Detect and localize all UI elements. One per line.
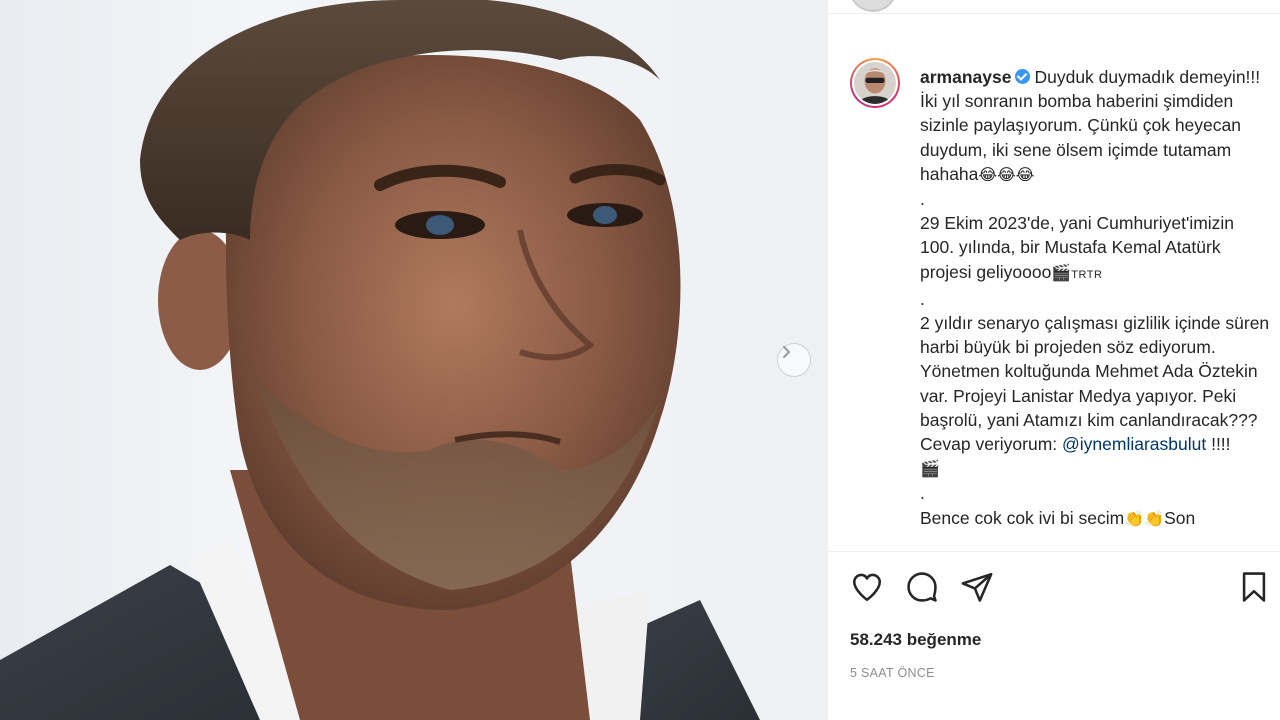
post-image[interactable]	[0, 0, 827, 720]
caption-trtr: TRTR	[1071, 268, 1103, 281]
film-emoji-icon: 🎬	[1051, 262, 1072, 282]
comment-icon[interactable]	[905, 570, 939, 604]
verified-badge-icon	[1015, 69, 1031, 84]
next-image-button[interactable]	[777, 343, 811, 377]
post-timestamp[interactable]: 5 SAAT ÖNCE	[850, 666, 935, 680]
caption-dot-1: .	[920, 189, 925, 210]
caption-paragraph-5: Bence cok cok ivi bi secim	[920, 507, 1125, 528]
chevron-right-icon	[783, 346, 790, 358]
post-caption: armanayse Duyduk duymadık demeyin!!! İki …	[920, 65, 1270, 531]
author-avatar[interactable]	[850, 58, 900, 108]
header-avatar[interactable]	[850, 0, 896, 12]
caption-answer-suffix: !!!!	[1206, 434, 1231, 455]
caption-paragraph-5-suffix: Son	[1164, 507, 1196, 528]
author-avatar-image	[854, 62, 896, 104]
post-side-panel: armanayse Duyduk duymadık demeyin!!! İki …	[827, 0, 1280, 720]
post-header-strip	[828, 0, 1280, 14]
portrait-photo	[0, 0, 760, 720]
bookmark-icon[interactable]	[1237, 570, 1271, 604]
caption-answer-prefix: Cevap veriyorum:	[920, 434, 1062, 455]
post-actions-bar	[828, 552, 1280, 622]
caption-mention-link[interactable]: @iynemliarasbulut	[1062, 434, 1206, 454]
likes-count[interactable]: 58.243 beğenme	[850, 630, 981, 650]
film-emoji-icon-2: 🎬	[920, 459, 940, 479]
laughing-emoji: 😂😂😂	[978, 164, 1035, 184]
caption-username[interactable]: armanayse	[920, 67, 1011, 87]
heart-icon[interactable]	[850, 570, 884, 604]
clapping-emoji: 👏👏	[1124, 508, 1165, 528]
caption-dot-2: .	[920, 288, 925, 309]
caption-paragraph-3: 2 yıldır senaryo çalışması gizlilik için…	[920, 313, 1275, 430]
share-icon[interactable]	[960, 570, 994, 604]
comments-scroll-area[interactable]: armanayse Duyduk duymadık demeyin!!! İki …	[828, 15, 1280, 552]
caption-dot-3: .	[920, 483, 925, 504]
